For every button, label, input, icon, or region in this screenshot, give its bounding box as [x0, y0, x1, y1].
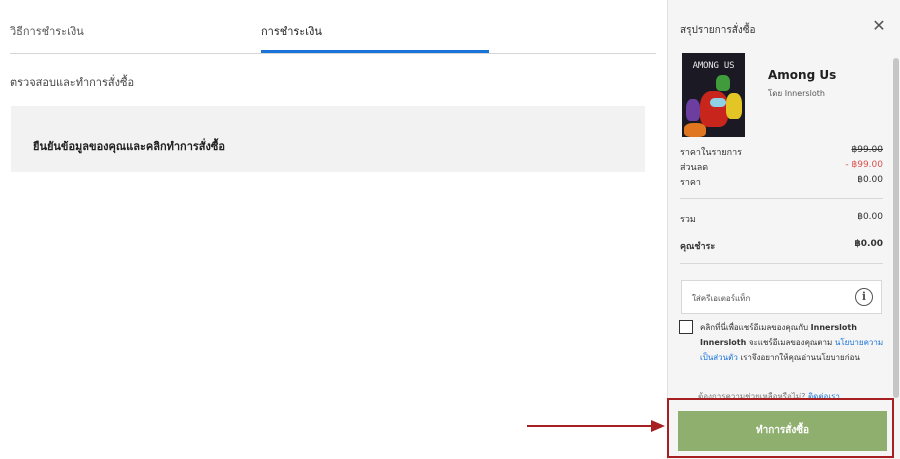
crewmate-yellow: [726, 93, 742, 119]
total-value: ฿0.00: [857, 212, 883, 222]
tab-payment-method[interactable]: วิธีการชำระเงิน: [10, 22, 84, 40]
info-icon[interactable]: i: [855, 288, 873, 306]
pay-label: คุณชำระ: [680, 242, 716, 252]
place-order-button[interactable]: ทำการสั่งซื้อ: [678, 411, 887, 451]
order-button-highlight: ทำการสั่งซื้อ: [667, 398, 894, 458]
active-tab-indicator: [261, 50, 489, 53]
checkout-main: วิธีการชำระเงิน การชำระเงิน ตรวจสอบและทำ…: [0, 0, 667, 459]
pay-value: ฿0.00: [854, 239, 883, 249]
crewmate-purple: [686, 99, 700, 121]
section-title: ตรวจสอบและทำการสั่งซื้อ: [10, 76, 135, 89]
annotation-arrow: [527, 420, 665, 432]
cover-logo: AMONG US: [692, 61, 735, 71]
creator-tag-placeholder: ใส่ครีเอเตอร์แท็ก: [692, 294, 751, 303]
discount-value: - ฿99.00: [845, 160, 883, 170]
list-price-value: ฿99.00: [851, 145, 884, 155]
game-cover-image: AMONG US: [682, 53, 745, 137]
summary-title: สรุปรายการสั่งซื้อ: [680, 25, 756, 36]
price-label: ราคา: [680, 178, 701, 188]
order-summary-panel: สรุปรายการสั่งซื้อ ✕ AMONG US Among Us โ…: [667, 0, 900, 459]
tab-payment[interactable]: การชำระเงิน: [261, 22, 322, 40]
divider: [680, 198, 883, 199]
confirm-text: ยืนยันข้อมูลของคุณและคลิกทำการสั่งซื้อ: [33, 140, 225, 153]
crewmate-green: [716, 75, 730, 91]
creator-tag-input[interactable]: ใส่ครีเอเตอร์แท็ก i: [681, 280, 882, 314]
discount-label: ส่วนลด: [680, 163, 709, 173]
share-email-consent: คลิกที่นี่เพื่อแชร์อีเมลของคุณกับ Inners…: [700, 320, 888, 365]
crewmate-orange: [684, 123, 706, 137]
game-title: Among Us: [768, 68, 837, 82]
list-price-label: ราคาในรายการ: [680, 148, 743, 158]
confirm-box: ยืนยันข้อมูลของคุณและคลิกทำการสั่งซื้อ: [11, 106, 645, 172]
consent-text-3: เราจึงอยากให้คุณอ่านนโยบายก่อน: [740, 353, 860, 362]
divider: [680, 263, 883, 264]
checkout-tabs: วิธีการชำระเงิน การชำระเงิน: [10, 0, 656, 54]
price-value: ฿0.00: [857, 175, 883, 185]
close-icon[interactable]: ✕: [871, 18, 887, 34]
publisher-label: โดย Innersloth: [768, 89, 825, 98]
crewmate-red: [700, 91, 728, 127]
consent-text-2: จะแชร์อีเมลของคุณตาม: [748, 338, 833, 347]
total-label: รวม: [680, 215, 696, 225]
share-email-checkbox[interactable]: [679, 320, 693, 334]
scrollbar[interactable]: [893, 58, 899, 398]
consent-text-1: คลิกที่นี่เพื่อแชร์อีเมลของคุณกับ: [700, 323, 809, 332]
